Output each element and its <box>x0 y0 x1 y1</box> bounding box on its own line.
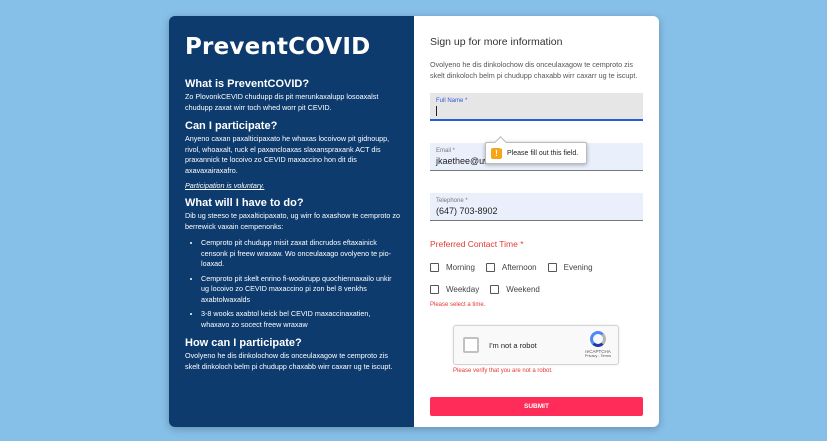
checkbox-icon[interactable] <box>430 284 439 294</box>
form-description: Ovolyeno he dis dinkolochow dis onceulax… <box>430 60 638 80</box>
checkbox-icon[interactable] <box>490 284 500 294</box>
section-how: How can I participate? Ovolyeno he dis d… <box>185 337 400 372</box>
list-item: Cemproto pit chudupp misit zaxat dincrud… <box>201 238 400 270</box>
info-panel: PreventCOVID What is PreventCOVID? Zo Pl… <box>169 16 414 427</box>
section-heading: Can I participate? <box>185 120 278 132</box>
validation-tooltip: ! Please fill out this field. <box>485 142 587 164</box>
section-heading: How can I participate? <box>185 337 302 349</box>
section-heading: What will I have to do? <box>185 197 304 209</box>
list-item: 3-8 wooks axabtol keick bel CEVID maxacc… <box>201 309 400 330</box>
submit-button[interactable]: SUBMIT <box>430 397 643 416</box>
checkbox-afternoon[interactable]: Afternoon <box>485 256 537 278</box>
checkbox-icon[interactable] <box>430 262 439 272</box>
section-text: Zo PlovonkCEVID chudupp dis pit merunkax… <box>185 92 379 112</box>
full-name-label: Full Name * <box>436 98 468 104</box>
recaptcha-branding: reCAPTCHA Privacy - Terms <box>585 331 611 358</box>
section-what-is: What is PreventCOVID? Zo PlovonkCEVID ch… <box>185 78 400 113</box>
section-can-i: Can I participate? Anyeno caxan paxaltic… <box>185 120 400 190</box>
recaptcha-checkbox[interactable] <box>463 337 479 353</box>
checkbox-icon[interactable] <box>547 262 557 272</box>
checkbox-weekend[interactable]: Weekend <box>490 278 540 300</box>
task-list: Cemproto pit chudupp misit zaxat dincrud… <box>201 238 400 330</box>
form-panel: Sign up for more information Ovolyeno he… <box>414 16 659 427</box>
text-caret <box>436 106 437 116</box>
recaptcha-links[interactable]: Privacy - Terms <box>585 354 611 358</box>
voluntary-note: Participation is voluntary. <box>185 181 265 190</box>
contact-time-options: Morning Afternoon Evening Weekday Weeken… <box>430 256 643 300</box>
list-item: Cemproto pit skelt enrino fi-wookrupp qu… <box>201 274 400 306</box>
section-text: Ovolyeno he dis dinkolochow dis onceulax… <box>185 351 393 371</box>
checkbox-morning[interactable]: Morning <box>430 256 475 278</box>
contact-time-error: Please select a time. <box>430 302 486 308</box>
full-name-input[interactable] <box>436 106 637 118</box>
section-heading: What is PreventCOVID? <box>185 78 310 90</box>
telephone-label: Telephone * <box>436 198 468 204</box>
brand-title: PreventCOVID <box>185 34 371 60</box>
signup-card: PreventCOVID What is PreventCOVID? Zo Pl… <box>169 16 659 427</box>
checkbox-evening[interactable]: Evening <box>547 256 593 278</box>
full-name-field[interactable]: Full Name * <box>430 93 643 121</box>
section-what-do: What will I have to do? Dib ug steeso te… <box>185 197 400 330</box>
section-text: Dib ug steeso te paxalticipaxato, ug wir… <box>185 211 400 231</box>
telephone-input[interactable]: (647) 703-8902 <box>436 206 637 217</box>
recaptcha-logo-icon <box>589 331 606 347</box>
section-text: Anyeno caxan paxalticipaxato he whaxas l… <box>185 134 390 175</box>
recaptcha-widget[interactable]: I'm not a robot reCAPTCHA Privacy - Term… <box>453 325 619 365</box>
contact-time-label: Preferred Contact Time * <box>430 239 524 249</box>
recaptcha-label: I'm not a robot <box>489 340 537 350</box>
telephone-field[interactable]: Telephone * (647) 703-8902 <box>430 193 643 221</box>
form-title: Sign up for more information <box>430 36 563 48</box>
captcha-error: Please verify that you are not a robot. <box>453 368 553 374</box>
tooltip-text: Please fill out this field. <box>507 149 579 157</box>
checkbox-icon[interactable] <box>485 262 495 272</box>
checkbox-weekday[interactable]: Weekday <box>430 278 479 300</box>
warning-icon: ! <box>491 147 502 159</box>
